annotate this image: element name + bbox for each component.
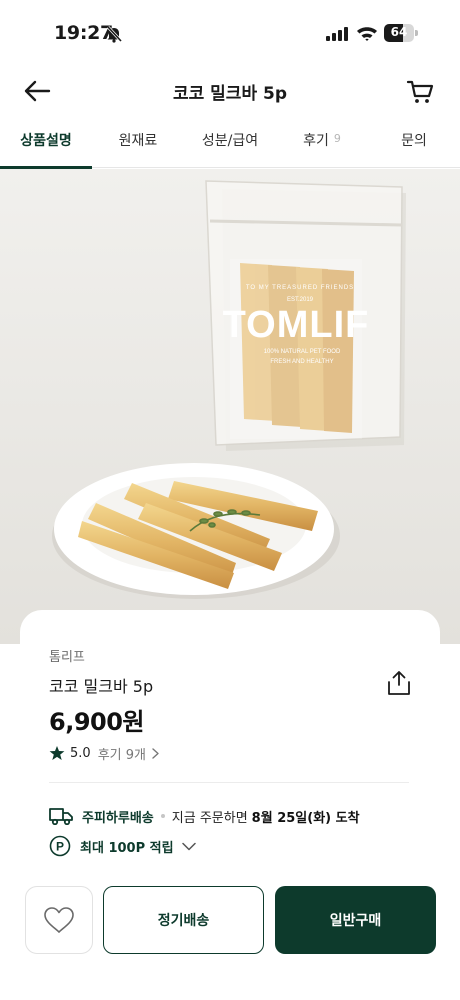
product-image: TO MY TREASURED FRIENDS EST.2019 TOMLIF … — [0, 169, 460, 644]
tab-bar: 상품설명 원재료 성분/급여 후기 9 문의 — [0, 118, 460, 169]
star-icon — [49, 746, 65, 760]
bottom-action-bar: 정기배송 일반구매 — [0, 874, 460, 1000]
tab-product-description[interactable]: 상품설명 — [0, 118, 92, 169]
package-ring-text: TO MY TREASURED FRIENDS — [246, 285, 354, 291]
battery-icon: 64 — [384, 24, 418, 42]
wishlist-button[interactable] — [25, 886, 93, 954]
page-title: 코코 밀크바 5p — [172, 84, 288, 104]
package-bag: TO MY TREASURED FRIENDS EST.2019 TOMLIF … — [205, 180, 403, 446]
cart-icon — [406, 80, 434, 103]
buy-label: 일반구매 — [329, 913, 382, 929]
points-badge: P — [56, 840, 64, 854]
rating-row: 5.0 후기 9개 — [49, 743, 159, 763]
tab-inquiry[interactable]: 문의 — [368, 118, 460, 168]
package-est: EST.2019 — [287, 297, 314, 303]
product-info-card: 톰리프 코코 밀크바 5p 6,900원 5.0 후기 9개 주피하루배송 지금… — [20, 610, 440, 910]
divider — [49, 782, 409, 783]
review-count-label: 후기 9개 — [97, 747, 146, 763]
bell-slash-icon — [106, 25, 122, 43]
tab-ingredients[interactable]: 원재료 — [92, 118, 184, 168]
subscription-label: 정기배송 — [157, 913, 210, 929]
header: 코코 밀크바 5p — [0, 68, 460, 114]
review-count-link[interactable]: 후기 9개 — [98, 744, 159, 763]
share-icon — [388, 671, 410, 695]
cart-button[interactable] — [404, 76, 436, 108]
wifi-icon — [357, 27, 377, 41]
package-brand: TOMLIF — [223, 304, 370, 346]
heart-icon — [44, 907, 74, 933]
status-time: 19:27 — [54, 22, 113, 44]
battery-body: 64 — [384, 24, 414, 42]
tab-label: 후기 — [303, 133, 329, 149]
points-icon: P — [49, 835, 71, 857]
dot-separator — [160, 814, 165, 818]
tab-label: 상품설명 — [20, 133, 72, 149]
tab-label: 원재료 — [118, 133, 158, 149]
chevron-right-icon — [152, 747, 159, 759]
price: 6,900원 — [49, 708, 145, 736]
chevron-down-icon — [181, 842, 196, 850]
tab-review-count: 9 — [333, 132, 341, 145]
package-tagline-1: 100% NATURAL PET FOOD — [264, 349, 341, 355]
points-info[interactable]: P 최대 100P 적립 — [49, 834, 196, 858]
battery-level: 64 — [390, 25, 408, 39]
delivery-date: 8월 25일(화) 도착 — [251, 810, 360, 826]
tab-label: 성분/급여 — [201, 133, 259, 149]
tab-reviews[interactable]: 후기 9 — [276, 118, 368, 168]
share-button[interactable] — [384, 668, 414, 698]
brand-name[interactable]: 톰리프 — [49, 646, 85, 665]
cellular-signal-icon — [326, 27, 348, 41]
rating-value: 5.0 — [70, 745, 91, 761]
tab-label: 문의 — [401, 133, 427, 149]
product-photo: TO MY TREASURED FRIENDS EST.2019 TOMLIF … — [0, 169, 460, 644]
package-tagline-2: FRESH AND HEALTHY — [270, 359, 333, 365]
tab-nutrition-feeding[interactable]: 성분/급여 — [184, 118, 276, 168]
delivery-info: 주피하루배송 지금 주문하면 8월 25일(화) 도착 — [49, 805, 360, 827]
product-name: 코코 밀크바 5p — [49, 677, 154, 696]
truck-icon — [49, 808, 73, 825]
delivery-text: 지금 주문하면 — [171, 810, 248, 826]
buy-button[interactable]: 일반구매 — [275, 886, 436, 954]
points-label: 최대 100P 적립 — [80, 840, 174, 856]
delivery-service-name: 주피하루배송 — [82, 810, 154, 826]
status-bar: 19:27 64 — [0, 0, 460, 68]
subscription-button[interactable]: 정기배송 — [103, 886, 264, 954]
battery-nub — [415, 30, 418, 36]
